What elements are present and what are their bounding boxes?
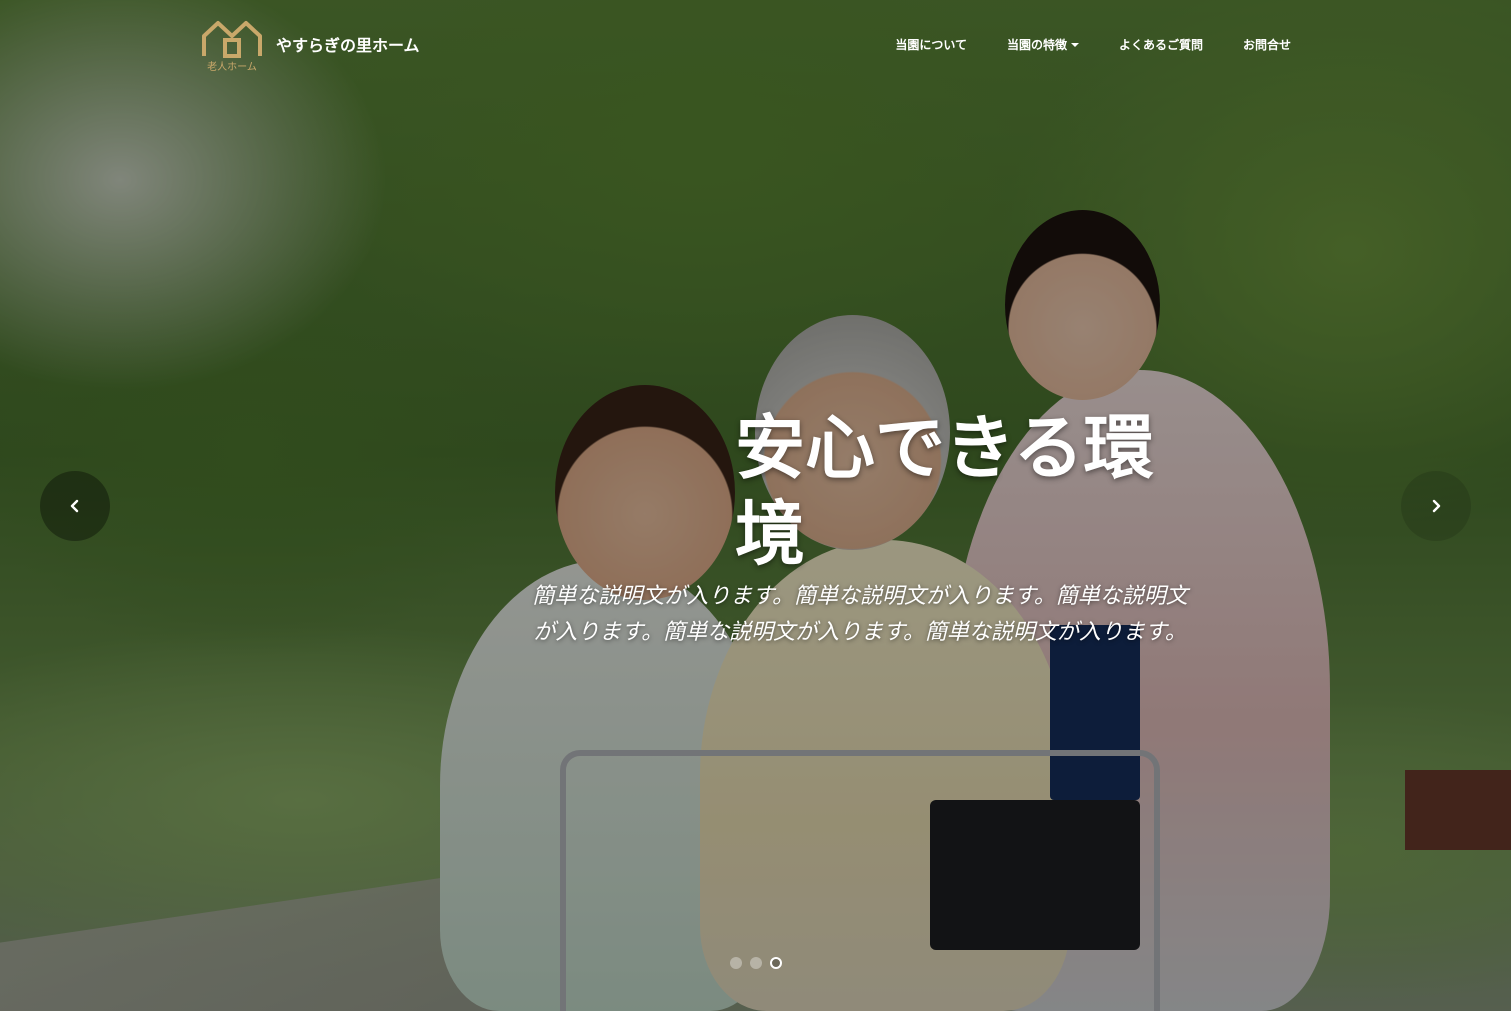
carousel-description-line: 簡単な説明文が入ります。簡単な説明文が入ります。簡単な説明文 (532, 584, 1188, 609)
carousel-indicators (726, 957, 786, 969)
carousel-indicator-1[interactable] (730, 957, 742, 969)
nav-item-label: お問合せ (1242, 38, 1291, 52)
nav-item-faq[interactable]: よくあるご質問 (1119, 36, 1203, 53)
carousel-prev-button[interactable] (40, 471, 110, 541)
carousel-indicator-3[interactable] (770, 957, 782, 969)
house-logo-icon: 老人ホーム (200, 18, 264, 73)
brand-name: やすらぎの里ホーム (276, 36, 420, 55)
carousel-description: 簡単な説明文が入ります。簡単な説明文が入ります。簡単な説明文 が入ります。簡単な… (500, 579, 1220, 651)
nav-item-label: 当園について (895, 38, 967, 52)
logo-caption: 老人ホーム (207, 62, 257, 73)
caret-down-icon (1070, 42, 1079, 47)
chevron-left-icon (70, 499, 79, 513)
navbar: 老人ホーム やすらぎの里ホーム 当園について 当園の特徴 よくあるご質問 お問合… (0, 0, 1511, 90)
hero-carousel: 老人ホーム やすらぎの里ホーム 当園について 当園の特徴 よくあるご質問 お問合… (0, 0, 1511, 1011)
chevron-right-icon (1432, 499, 1441, 513)
main-nav: 当園について 当園の特徴 よくあるご質問 お問合せ (855, 36, 1291, 53)
carousel-next-button[interactable] (1401, 471, 1471, 541)
carousel-description-line: が入ります。簡単な説明文が入ります。簡単な説明文が入ります。 (533, 620, 1187, 645)
nav-item-about[interactable]: 当園について (895, 36, 967, 53)
brand[interactable]: 老人ホーム やすらぎの里ホーム (200, 18, 420, 73)
carousel-title: 安心できる環境 (735, 407, 1154, 575)
nav-item-contact[interactable]: お問合せ (1243, 36, 1291, 53)
nav-item-features[interactable]: 当園の特徴 (1007, 36, 1079, 53)
carousel-caption: 安心できる環境 簡単な説明文が入ります。簡単な説明文が入ります。簡単な説明文 が… (500, 405, 1220, 651)
nav-item-label: よくあるご質問 (1118, 38, 1203, 52)
carousel-indicator-2[interactable] (750, 957, 762, 969)
nav-item-label: 当園の特徴 (1006, 38, 1067, 52)
